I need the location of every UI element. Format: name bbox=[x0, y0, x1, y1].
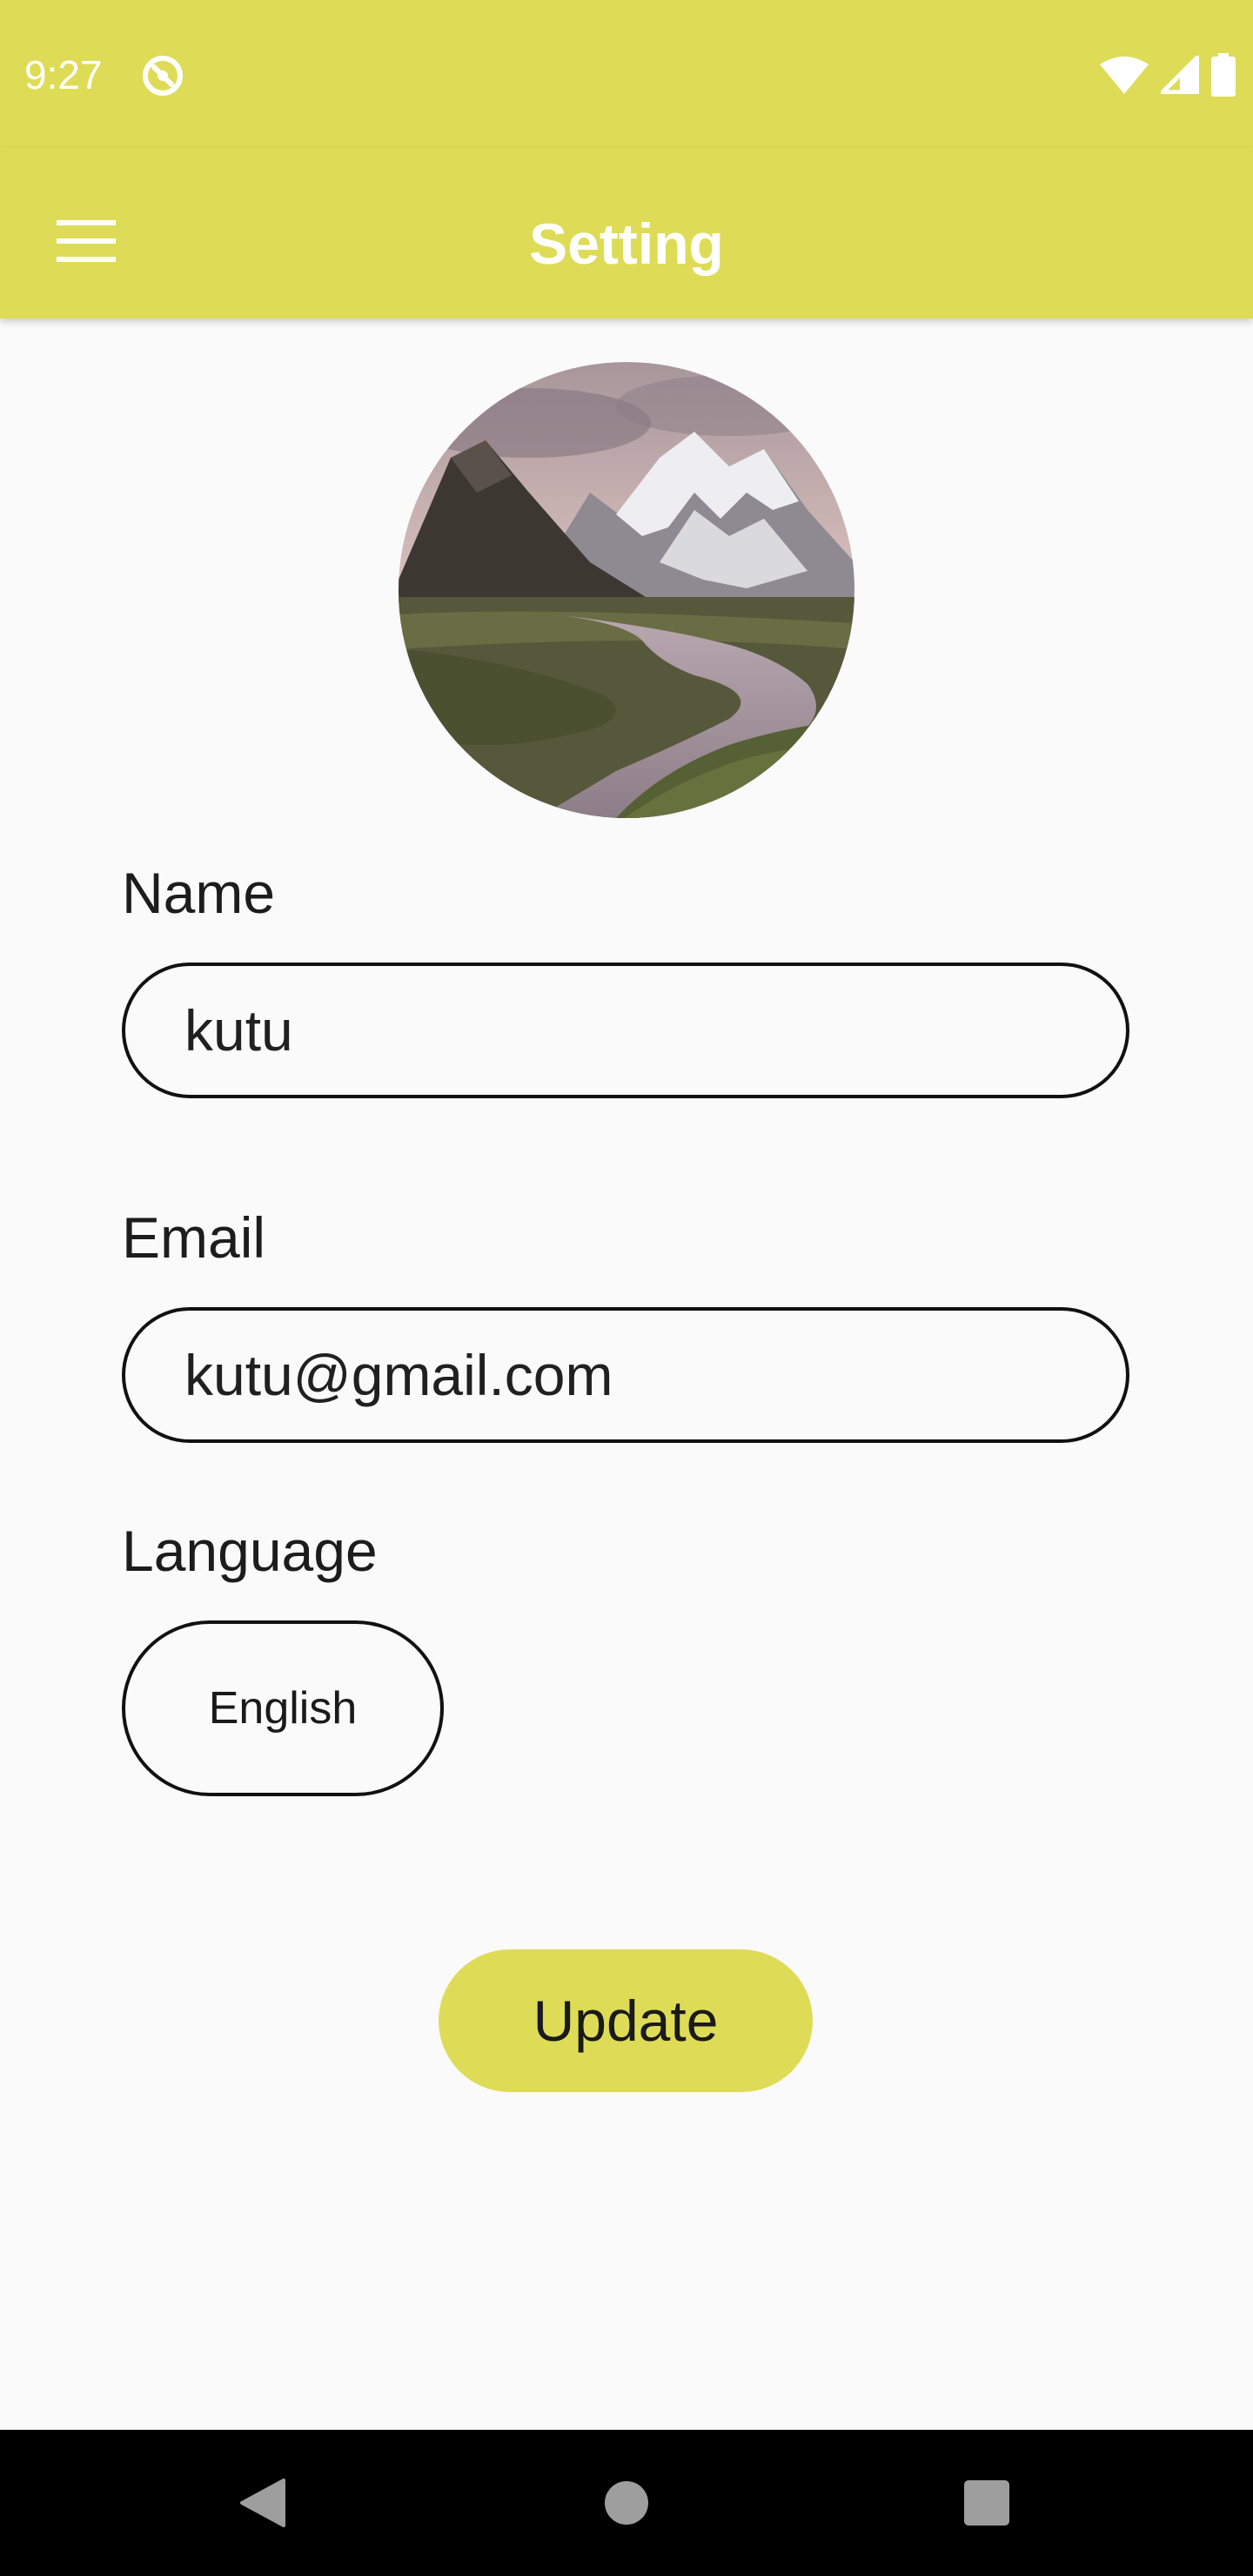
signal-icon bbox=[1161, 56, 1199, 94]
battery-icon bbox=[1211, 53, 1236, 97]
page-title: Setting bbox=[529, 211, 724, 276]
nav-back-button[interactable] bbox=[219, 2459, 306, 2546]
language-select-button[interactable]: English bbox=[122, 1620, 444, 1796]
status-bar: 9:27 bbox=[0, 0, 1253, 148]
app-bar: Setting bbox=[0, 148, 1253, 319]
wifi-icon bbox=[1100, 57, 1149, 94]
name-input[interactable]: kutu bbox=[122, 963, 1129, 1098]
nav-home-button[interactable] bbox=[583, 2459, 670, 2546]
name-label: Name bbox=[122, 861, 276, 925]
status-icons bbox=[1100, 50, 1236, 99]
language-label: Language bbox=[122, 1519, 378, 1583]
home-icon bbox=[605, 2481, 648, 2525]
profile-avatar[interactable] bbox=[399, 362, 854, 818]
mountain-landscape-photo bbox=[399, 362, 854, 818]
back-icon bbox=[240, 2479, 285, 2527]
nav-recents-button[interactable] bbox=[943, 2459, 1030, 2546]
status-time: 9:27 bbox=[24, 52, 103, 97]
update-button[interactable]: Update bbox=[439, 1949, 813, 2092]
recents-icon bbox=[964, 2480, 1009, 2526]
email-label: Email bbox=[122, 1205, 266, 1270]
email-input[interactable]: kutu@gmail.com bbox=[122, 1307, 1129, 1443]
sync-icon bbox=[143, 56, 183, 96]
system-nav-bar bbox=[0, 2430, 1253, 2576]
